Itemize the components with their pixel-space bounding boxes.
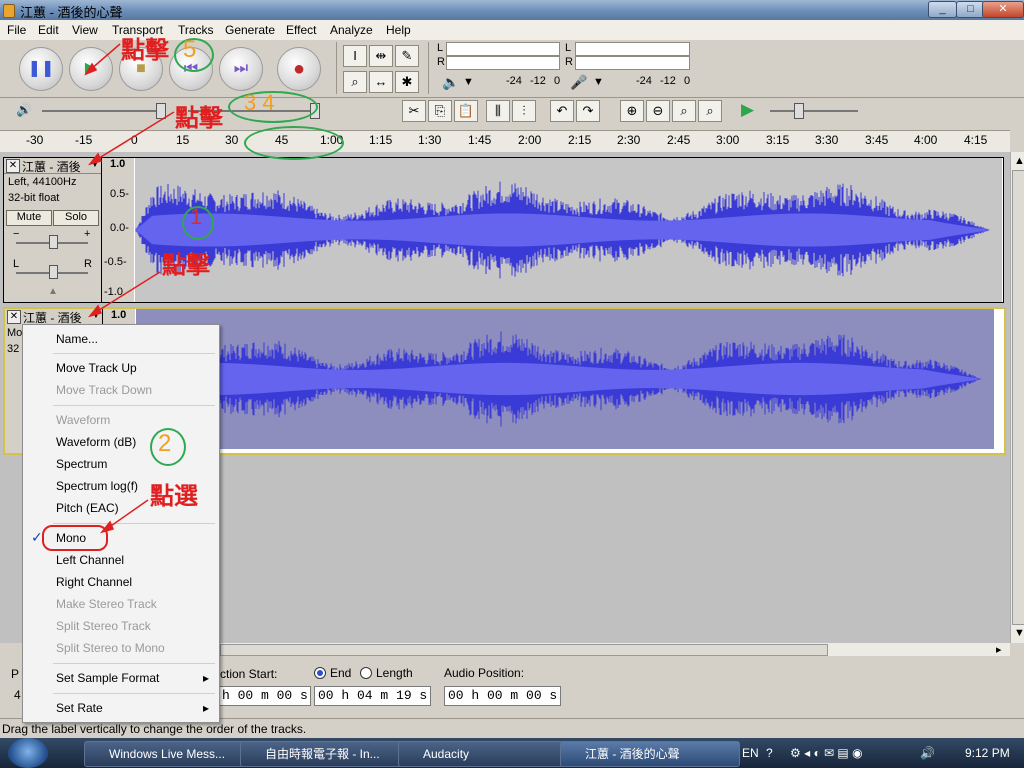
annotation-arrows: [84, 43, 175, 534]
clock: 9:12 PM: [965, 746, 1010, 760]
taskbar-item-messenger[interactable]: Windows Live Mess...: [84, 741, 258, 767]
volume-tray-icon[interactable]: 🔊: [920, 746, 935, 760]
taskbar-item-browser[interactable]: 自由時報電子報 - In...: [240, 741, 416, 767]
help-icon[interactable]: ?: [766, 746, 773, 760]
taskbar-item-audacity[interactable]: Audacity: [398, 741, 574, 767]
tray-icons[interactable]: ⚙ ◂ ◐ ✉ ▤ ◉: [790, 746, 863, 760]
language-indicator[interactable]: EN: [742, 746, 759, 760]
taskbar-item-audacity-project[interactable]: 江蕙 - 酒後的心聲: [560, 741, 740, 767]
windows-taskbar: Windows Live Mess... 自由時報電子報 - In... Aud…: [0, 738, 1024, 768]
start-button[interactable]: [8, 738, 48, 768]
